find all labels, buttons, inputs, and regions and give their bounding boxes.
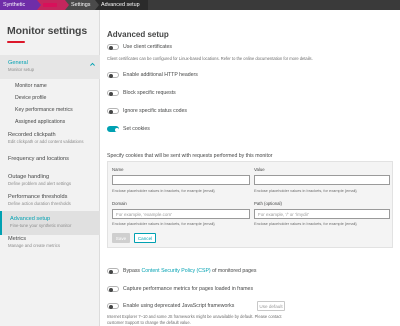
ignore-status-toggle[interactable]	[107, 108, 119, 114]
deprecated-js-row: Enable using deprecated JavaScript frame…	[107, 303, 234, 309]
cookie-form: Name Enclose placeholder values in brack…	[107, 161, 393, 248]
advanced-setup-panel: Advanced setup Use client certificates C…	[101, 10, 400, 326]
deprecated-js-toggle[interactable]	[107, 303, 119, 309]
cookie-path-hint: Enclose placeholder values in brackets, …	[254, 221, 357, 226]
toggle-knob	[108, 287, 113, 292]
sidebar-item-label: Advanced setup	[10, 216, 51, 222]
sidebar-item-sub: Monitor setup	[8, 67, 35, 72]
cookie-domain-hint: Enclose placeholder values in brackets, …	[112, 221, 215, 226]
cookie-value-hint: Enclose placeholder values in brackets, …	[254, 188, 357, 193]
set-cookies-toggle[interactable]	[107, 126, 119, 132]
bypass-csp-suffix: of monitored pages	[210, 268, 257, 274]
cookie-name-hint: Enclose placeholder values in brackets, …	[112, 188, 215, 193]
set-cookies-label: Set cookies	[123, 126, 150, 132]
page-title: Monitor settings	[7, 25, 88, 37]
frames-row: Capture performance metrics for pages lo…	[107, 286, 253, 292]
breadcrumb-advanced-setup: Advanced setup	[95, 0, 148, 10]
http-headers-toggle[interactable]	[107, 72, 119, 78]
ignore-status-label: Ignore specific status codes	[123, 108, 188, 114]
breadcrumb-label: Synthetic	[3, 2, 26, 8]
sidebar-item-general[interactable]: General Monitor setup	[0, 55, 100, 79]
breadcrumb-label: Settings	[71, 2, 91, 8]
cookie-domain-input[interactable]	[112, 209, 250, 219]
save-button[interactable]: Save	[112, 233, 130, 243]
breadcrumb-label: Advanced setup	[101, 2, 140, 8]
frames-label: Capture performance metrics for pages lo…	[123, 286, 254, 292]
chevron-up-icon[interactable]	[89, 61, 96, 68]
sidebar-item-label: Recorded clickpath	[8, 132, 56, 138]
toggle-knob	[108, 73, 113, 78]
cancel-button[interactable]: Cancel	[134, 233, 156, 243]
sidebar-item-label: Outage handling	[8, 174, 50, 180]
http-headers-label: Enable additional HTTP headers	[123, 72, 198, 78]
cookie-name-input[interactable]	[112, 175, 250, 185]
sidebar-item-label: General	[8, 60, 28, 66]
sidebar-item-assigned-applications[interactable]: Assigned applications	[0, 119, 100, 125]
toggle-knob	[108, 91, 113, 96]
sidebar-item-sub: Manage and create metrics	[8, 243, 61, 248]
deprecated-js-desc-2: customer Support to change the default v…	[107, 320, 191, 325]
sidebar-item-label: Frequency and locations	[8, 156, 69, 162]
http-headers-row: Enable additional HTTP headers	[107, 72, 198, 78]
sidebar-item-sub: Define action duration thresholds	[8, 201, 71, 206]
toggle-knob	[108, 269, 113, 274]
deprecated-js-label: Enable using deprecated JavaScript frame…	[123, 303, 235, 309]
cookie-value-input[interactable]	[254, 175, 390, 185]
title-underline	[7, 41, 25, 43]
block-requests-row: Block specific requests	[107, 90, 176, 96]
sidebar-item-frequency-locations[interactable]: Frequency and locations	[0, 156, 100, 162]
sidebar-item-sub: Define problem and alert settings	[8, 181, 72, 186]
frames-toggle[interactable]	[107, 286, 119, 292]
toggle-knob	[108, 304, 113, 309]
sidebar-item-performance-thresholds[interactable]: Performance thresholds Define action dur…	[0, 194, 100, 206]
bypass-csp-prefix: Bypass	[123, 268, 142, 274]
sidebar-item-key-performance-metrics[interactable]: Key performance metrics	[0, 107, 100, 113]
client-certificates-label: Use client certificates	[123, 44, 173, 50]
cookie-domain-label: Domain	[112, 201, 127, 206]
cookie-name-label: Name	[112, 167, 124, 172]
sidebar-item-sub: Fine-tune your synthetic monitor	[10, 223, 72, 228]
set-cookies-row: Set cookies	[107, 126, 150, 132]
sidebar-item-metrics[interactable]: Metrics Manage and create metrics	[0, 236, 100, 248]
sidebar-item-advanced-setup[interactable]: Advanced setup Fine-tune your synthetic …	[0, 211, 100, 235]
client-certificates-desc: Client certificates can be configured fo…	[107, 56, 313, 61]
use-default-button[interactable]: Use default	[257, 301, 285, 311]
settings-sidebar: Monitor settings General Monitor setup M…	[0, 10, 100, 326]
deprecated-js-desc-1: Internet Explorer 7–10 and some JS frame…	[107, 314, 282, 319]
block-requests-toggle[interactable]	[107, 90, 119, 96]
cookie-value-label: Value	[254, 167, 265, 172]
sidebar-item-sub: Edit clickpath or add content validation…	[8, 139, 84, 144]
sidebar-item-label: Metrics	[8, 236, 27, 242]
bypass-csp-row: Bypass Content Security Policy (CSP) of …	[107, 268, 257, 274]
redacted-monitor-name	[43, 3, 57, 7]
cookie-path-input[interactable]	[254, 209, 390, 219]
client-certificates-toggle[interactable]	[107, 44, 119, 50]
sidebar-item-device-profile[interactable]: Device profile	[0, 95, 100, 101]
ignore-status-row: Ignore specific status codes	[107, 108, 187, 114]
breadcrumb-monitor[interactable]	[37, 0, 69, 10]
cookies-heading: Specify cookies that will be sent with r…	[107, 153, 273, 159]
toggle-knob	[114, 127, 119, 132]
breadcrumb-settings[interactable]: Settings	[65, 0, 99, 10]
csp-link[interactable]: Content Security Policy (CSP)	[141, 268, 210, 274]
sidebar-item-label: Performance thresholds	[8, 194, 68, 200]
cookie-path-label: Path (optional)	[254, 201, 282, 206]
section-title: Advanced setup	[107, 30, 169, 39]
bypass-csp-toggle[interactable]	[107, 268, 119, 274]
client-certificates-row: Use client certificates	[107, 44, 172, 50]
toggle-knob	[108, 109, 113, 114]
block-requests-label: Block specific requests	[123, 90, 176, 96]
breadcrumb: Synthetic Settings Advanced setup	[0, 0, 400, 10]
sidebar-item-monitor-name[interactable]: Monitor name	[0, 83, 100, 89]
sidebar-item-recorded-clickpath[interactable]: Recorded clickpath Edit clickpath or add…	[0, 132, 100, 144]
toggle-knob	[108, 45, 113, 50]
breadcrumb-synthetic[interactable]: Synthetic	[0, 0, 41, 10]
sidebar-item-outage-handling[interactable]: Outage handling Define problem and alert…	[0, 174, 100, 186]
